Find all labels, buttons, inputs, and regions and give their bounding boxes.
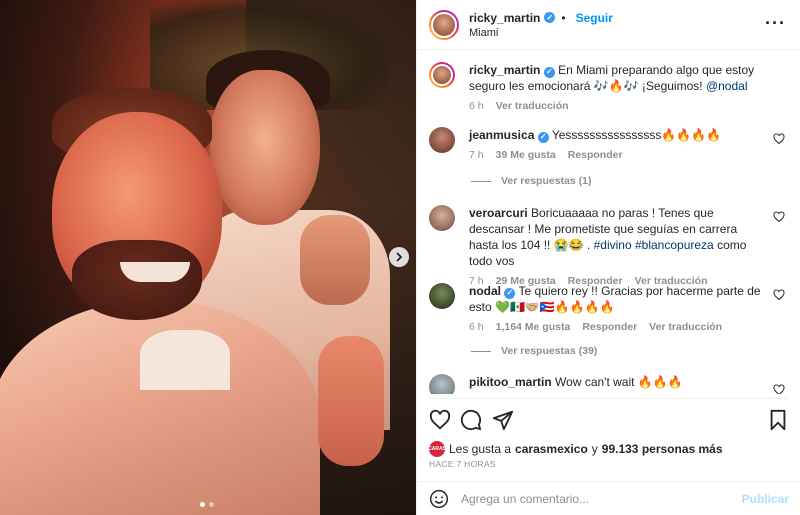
view-replies-button[interactable]: Ver respuestas (39) <box>471 345 597 357</box>
liker-username[interactable]: carasmexico <box>515 442 588 456</box>
post-location[interactable]: Miami <box>469 27 613 39</box>
publish-button[interactable]: Publicar <box>742 492 789 506</box>
comments-list[interactable]: ricky_martin ✓ En Miami preparando algo … <box>417 51 800 394</box>
likes-count[interactable]: 99.133 personas más <box>602 442 723 456</box>
heart-icon[interactable] <box>429 409 451 431</box>
carousel-dot-active <box>200 502 205 507</box>
person-left-smile <box>120 262 190 282</box>
author-avatar[interactable] <box>429 9 459 40</box>
comment-text: Wow can't wait 🔥🔥🔥 <box>555 375 683 389</box>
person-right-hand <box>300 215 370 305</box>
comment-avatar[interactable] <box>429 205 455 231</box>
comment-username[interactable]: veroarcuri <box>469 206 528 220</box>
comment-avatar[interactable] <box>429 374 455 394</box>
more-options-icon[interactable]: ··· <box>765 13 786 34</box>
comment-like-heart-icon[interactable] <box>773 384 785 394</box>
likes-prefix: Les gusta a <box>449 442 512 456</box>
comment-like-heart-icon[interactable] <box>773 211 785 223</box>
verified-badge-icon: ✓ <box>544 12 556 23</box>
likes-summary: CARAS Les gusta a carasmexico y 99.133 p… <box>428 441 723 457</box>
person-right-face <box>210 70 320 225</box>
post-sidebar: ricky_martin ✓ • Seguir Miami ··· ricky_… <box>416 0 800 515</box>
view-replies-label: Ver respuestas (39) <box>501 345 598 357</box>
emoji-icon[interactable] <box>429 489 449 509</box>
comment-avatar[interactable] <box>429 127 455 153</box>
comment-time: 7 h <box>469 149 484 161</box>
comment-like-heart-icon[interactable] <box>773 133 785 145</box>
view-replies-button[interactable]: Ver respuestas (1) <box>471 175 591 187</box>
comment-translate-link[interactable]: Ver traducción <box>649 321 722 333</box>
replies-line <box>471 350 491 352</box>
liker-avatar[interactable]: CARAS <box>428 441 446 457</box>
comment-username[interactable]: jeanmusica <box>469 128 534 142</box>
comment-item: pikitoo_martin Wow can't wait 🔥🔥🔥 <box>429 374 789 394</box>
comment-item: veroarcuri Boricuaaaaa no paras ! Tenes … <box>429 205 789 287</box>
post-photo[interactable] <box>0 0 416 515</box>
follow-button[interactable]: Seguir <box>576 11 613 25</box>
comment-icon[interactable] <box>460 409 482 431</box>
view-replies-label: Ver respuestas (1) <box>501 175 592 187</box>
comment-avatar[interactable] <box>429 283 455 309</box>
comment-item: jeanmusica ✓ Yessssssssssssssss🔥🔥🔥🔥 7 h … <box>429 127 789 161</box>
add-comment-bar: Publicar <box>417 481 800 515</box>
comment-like-heart-icon[interactable] <box>773 289 785 301</box>
peace-sign-hand <box>318 336 384 466</box>
comment-username[interactable]: nodal <box>469 284 501 298</box>
person-left-shirt <box>140 330 230 390</box>
replies-line <box>471 180 491 182</box>
caption-avatar[interactable] <box>429 62 455 88</box>
header-dot-separator: • <box>561 10 566 25</box>
comment-time: 6 h <box>469 321 484 333</box>
post-timestamp: HACE 7 HORAS <box>429 459 496 469</box>
reply-button[interactable]: Responder <box>582 321 637 333</box>
chevron-right-icon <box>396 252 403 262</box>
comment-likes[interactable]: 39 Me gusta <box>496 149 556 161</box>
caption-translate-link[interactable]: Ver traducción <box>496 100 569 112</box>
carousel-next-button[interactable] <box>389 247 409 267</box>
carousel-dots <box>200 502 214 507</box>
comment-likes[interactable]: 1,164 Me gusta <box>496 321 571 333</box>
comment-input[interactable] <box>461 491 742 506</box>
reply-button[interactable]: Responder <box>568 149 623 161</box>
action-bar <box>429 398 789 434</box>
comment-item: nodal ✓ Te quiero rey !! Gracias por hac… <box>429 283 789 333</box>
caption-username[interactable]: ricky_martin <box>469 63 540 77</box>
likes-middle: y <box>591 442 598 456</box>
paper-plane-icon[interactable] <box>492 409 514 431</box>
author-username[interactable]: ricky_martin <box>469 11 540 25</box>
verified-badge-icon: ✓ <box>537 131 549 143</box>
comment-text: Yessssssssssssssss🔥🔥🔥🔥 <box>551 128 722 142</box>
comment-username[interactable]: pikitoo_martin <box>469 375 552 389</box>
comment-hashtags[interactable]: #divino #blancopureza <box>594 238 714 252</box>
bookmark-icon[interactable] <box>767 409 789 431</box>
caption-time: 6 h <box>469 100 484 112</box>
caption: ricky_martin ✓ En Miami preparando algo … <box>429 62 789 112</box>
verified-badge-icon: ✓ <box>504 287 516 299</box>
caption-mention[interactable]: @nodal <box>706 79 748 93</box>
verified-badge-icon: ✓ <box>543 66 555 78</box>
post-header: ricky_martin ✓ • Seguir Miami ··· <box>417 0 800 50</box>
carousel-dot <box>209 502 214 507</box>
